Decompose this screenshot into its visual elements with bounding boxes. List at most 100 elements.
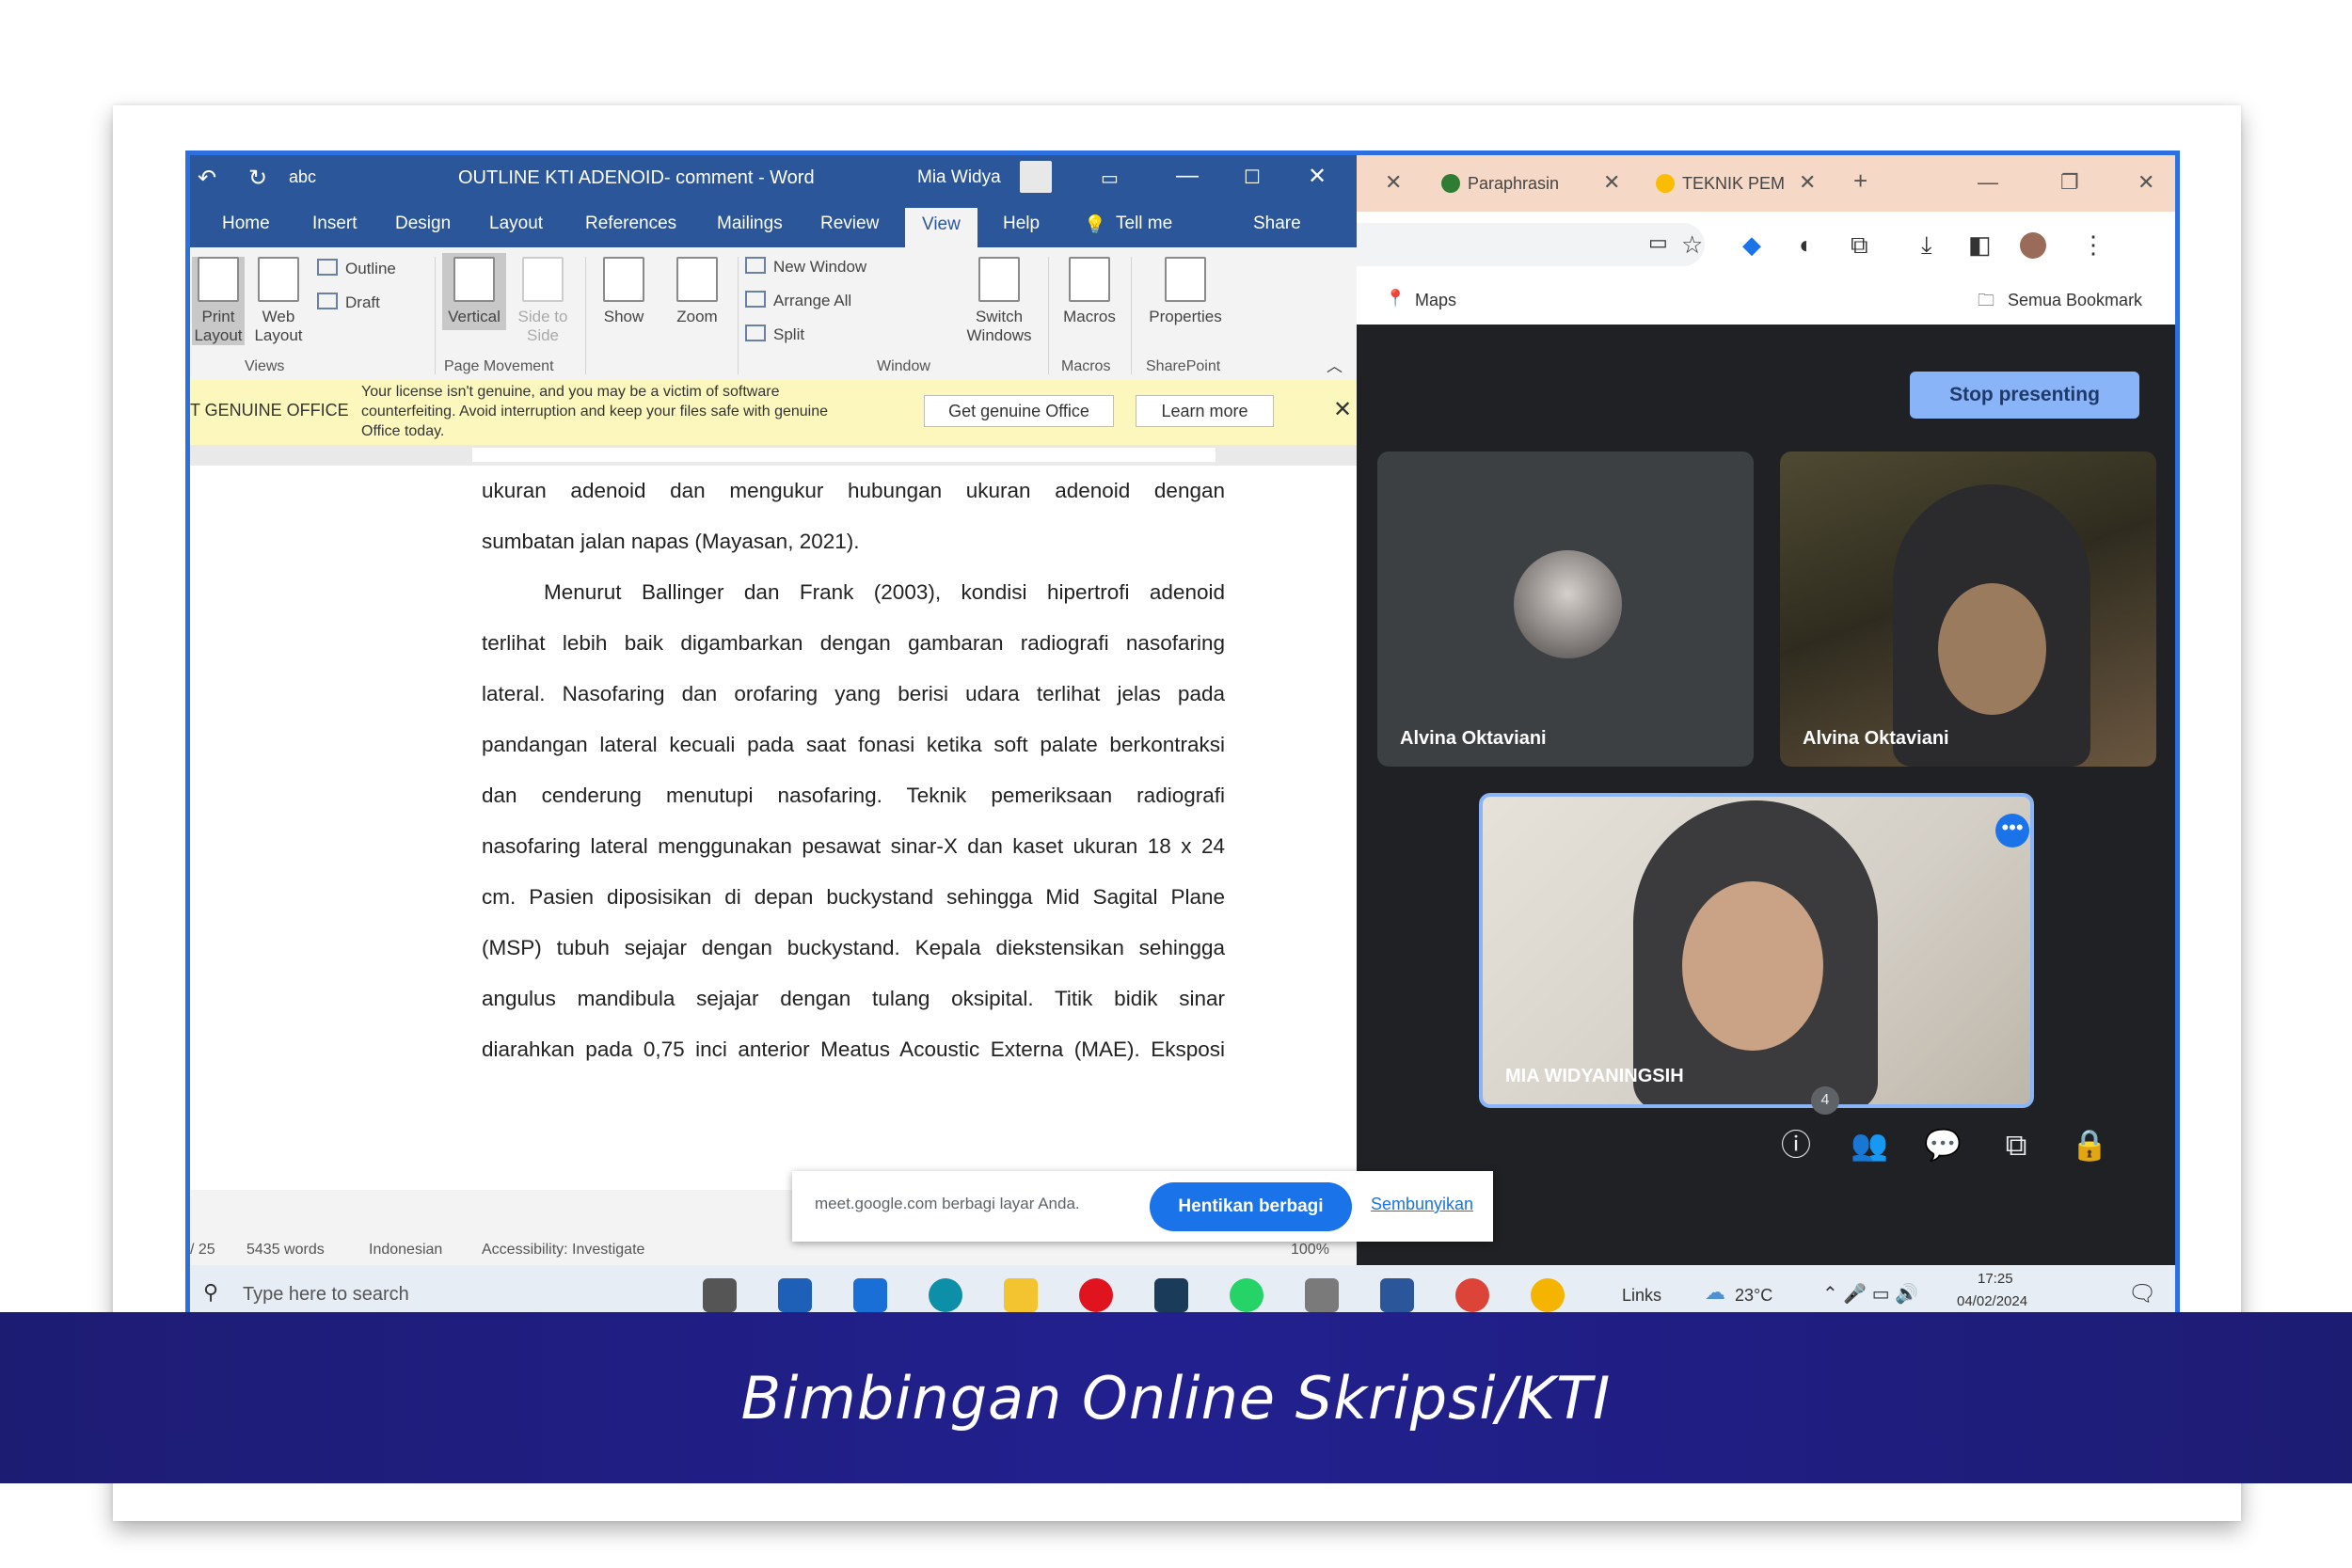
- user-name[interactable]: Mia Widya: [917, 167, 1001, 188]
- tab-review[interactable]: Review: [820, 214, 879, 234]
- bookmark-maps[interactable]: Maps: [1415, 291, 1456, 310]
- close-tab-icon[interactable]: ✕: [1385, 170, 1402, 195]
- menu-icon[interactable]: ⋮: [2081, 230, 2106, 260]
- redo-icon[interactable]: ↻: [248, 165, 267, 192]
- word-icon[interactable]: [1380, 1278, 1414, 1312]
- share-button[interactable]: Share: [1253, 214, 1301, 234]
- more-options-icon[interactable]: •••: [1995, 814, 2029, 847]
- task-view-icon[interactable]: [703, 1278, 737, 1312]
- app-icon[interactable]: [1305, 1278, 1339, 1312]
- undo-icon[interactable]: ↶: [198, 165, 216, 192]
- taskbar-search[interactable]: Type here to search: [243, 1284, 409, 1306]
- links-toolbar[interactable]: Links: [1622, 1286, 1661, 1306]
- host-controls-icon[interactable]: 🔒: [2071, 1126, 2108, 1164]
- outline-icon: [317, 259, 338, 276]
- tab-mailings[interactable]: Mailings: [717, 214, 783, 234]
- tray-icons[interactable]: ⌃ 🎤 ▭ 🔊: [1822, 1282, 1918, 1306]
- profile-avatar[interactable]: [2020, 232, 2046, 259]
- split-button[interactable]: Split: [745, 325, 804, 344]
- translate-icon[interactable]: ◆: [1742, 230, 1761, 260]
- chat-icon[interactable]: 💬: [1924, 1126, 1962, 1164]
- outline-button[interactable]: Outline: [317, 259, 396, 278]
- macros-icon: [1069, 257, 1110, 302]
- participant-tile-active[interactable]: ••• MIA WIDYANINGSIH: [1479, 793, 2034, 1108]
- learn-more-button[interactable]: Learn more: [1136, 395, 1274, 427]
- zoom-level[interactable]: 100%: [1291, 1242, 1329, 1259]
- print-layout-button[interactable]: Print Layout: [192, 257, 245, 345]
- tab-home[interactable]: Home: [222, 214, 270, 234]
- tab-paraphrasing[interactable]: Paraphrasin: [1441, 155, 1559, 212]
- hide-link[interactable]: Sembunyikan: [1371, 1195, 1473, 1214]
- new-window-button[interactable]: New Window: [745, 257, 866, 277]
- store-icon[interactable]: [778, 1278, 812, 1312]
- document-line: cm. Pasien diposisikan di depan buckysta…: [482, 885, 1225, 909]
- all-bookmarks[interactable]: Semua Bookmark: [2008, 291, 2142, 310]
- ribbon-display-icon[interactable]: ▭: [1101, 166, 1119, 190]
- activities-icon[interactable]: ⧉: [1997, 1126, 2035, 1164]
- spelling-icon[interactable]: abc: [289, 167, 316, 187]
- stop-presenting-button[interactable]: Stop presenting: [1910, 372, 2139, 419]
- maximize-icon[interactable]: ☐: [1244, 166, 1261, 189]
- clock-time[interactable]: 17:25: [1978, 1271, 2013, 1287]
- close-icon[interactable]: ✕: [1308, 163, 1327, 190]
- minimize-icon[interactable]: —: [1176, 163, 1199, 189]
- properties-button[interactable]: Properties: [1138, 257, 1232, 326]
- vertical-button[interactable]: Vertical: [442, 253, 506, 330]
- clock-date[interactable]: 04/02/2024: [1957, 1293, 2027, 1309]
- language-status[interactable]: Indonesian: [369, 1242, 442, 1259]
- draft-button[interactable]: Draft: [317, 293, 380, 312]
- info-icon[interactable]: ⓘ: [1777, 1126, 1815, 1164]
- switch-windows-button[interactable]: Switch Windows: [960, 257, 1039, 345]
- macros-button[interactable]: Macros: [1056, 257, 1123, 326]
- puzzle-icon[interactable]: ⧉: [1851, 230, 1868, 261]
- sidepanel-icon[interactable]: ◧: [1968, 230, 1992, 260]
- restore-icon[interactable]: ❐: [2060, 170, 2079, 195]
- tell-me[interactable]: Tell me: [1116, 214, 1172, 234]
- tab-layout[interactable]: Layout: [489, 214, 543, 234]
- web-layout-button[interactable]: Web Layout: [250, 257, 307, 345]
- participant-tile[interactable]: Alvina Oktaviani: [1780, 451, 2156, 767]
- accessibility-status[interactable]: Accessibility: Investigate: [482, 1242, 644, 1259]
- weather-temp[interactable]: 23°C: [1735, 1286, 1772, 1306]
- user-avatar[interactable]: [1020, 161, 1052, 193]
- ribbon-separator: [1048, 257, 1049, 374]
- ribbon-view: Print Layout Web Layout Outline Draft Vi…: [190, 247, 1357, 380]
- download-icon[interactable]: ⤓: [1921, 230, 1932, 261]
- new-tab-icon[interactable]: +: [1853, 166, 1867, 196]
- extension-icon[interactable]: ◐: [1799, 230, 1814, 260]
- zoom-button[interactable]: Zoom: [666, 257, 728, 326]
- file-explorer-icon[interactable]: [1004, 1278, 1038, 1312]
- word-count[interactable]: 5435 words: [246, 1242, 325, 1259]
- close-tab-icon[interactable]: ✕: [1603, 170, 1620, 195]
- side-to-side-button[interactable]: Side to Side: [515, 257, 571, 345]
- document-page: ukuran adenoid dan mengukur hubungan uku…: [190, 466, 1357, 1190]
- collapse-ribbon-icon[interactable]: ︿: [1327, 353, 1343, 376]
- participant-tile[interactable]: Alvina Oktaviani: [1377, 451, 1754, 767]
- notification-icon[interactable]: 🗨: [2128, 1280, 2156, 1307]
- tab-design[interactable]: Design: [395, 214, 451, 234]
- tab-insert[interactable]: Insert: [312, 214, 358, 234]
- people-icon[interactable]: 👥: [1851, 1126, 1888, 1164]
- search-icon: ⚲: [203, 1280, 219, 1304]
- mail-icon[interactable]: [853, 1278, 887, 1312]
- star-icon[interactable]: ☆: [1681, 230, 1703, 260]
- close-notice-icon[interactable]: ✕: [1333, 396, 1352, 423]
- chrome-icon[interactable]: [1531, 1278, 1565, 1312]
- stop-sharing-button[interactable]: Hentikan berbagi: [1150, 1182, 1352, 1231]
- app-icon[interactable]: [1154, 1278, 1188, 1312]
- edge-icon[interactable]: [929, 1278, 962, 1312]
- arrange-all-button[interactable]: Arrange All: [745, 291, 851, 310]
- get-genuine-office-button[interactable]: Get genuine Office: [924, 395, 1114, 427]
- close-tab-icon[interactable]: ✕: [1799, 170, 1816, 195]
- camera-icon[interactable]: ▭: [1648, 230, 1668, 255]
- opera-icon[interactable]: [1079, 1278, 1113, 1312]
- show-button[interactable]: Show: [593, 257, 655, 326]
- minimize-icon[interactable]: —: [1978, 170, 1998, 195]
- tab-help[interactable]: Help: [1003, 214, 1040, 234]
- chrome-icon[interactable]: [1455, 1278, 1489, 1312]
- tab-references[interactable]: References: [585, 214, 676, 234]
- tab-teknik[interactable]: TEKNIK PEM: [1656, 155, 1785, 212]
- whatsapp-icon[interactable]: [1230, 1278, 1263, 1312]
- close-window-icon[interactable]: ✕: [2137, 170, 2154, 195]
- tab-view[interactable]: View: [905, 208, 977, 247]
